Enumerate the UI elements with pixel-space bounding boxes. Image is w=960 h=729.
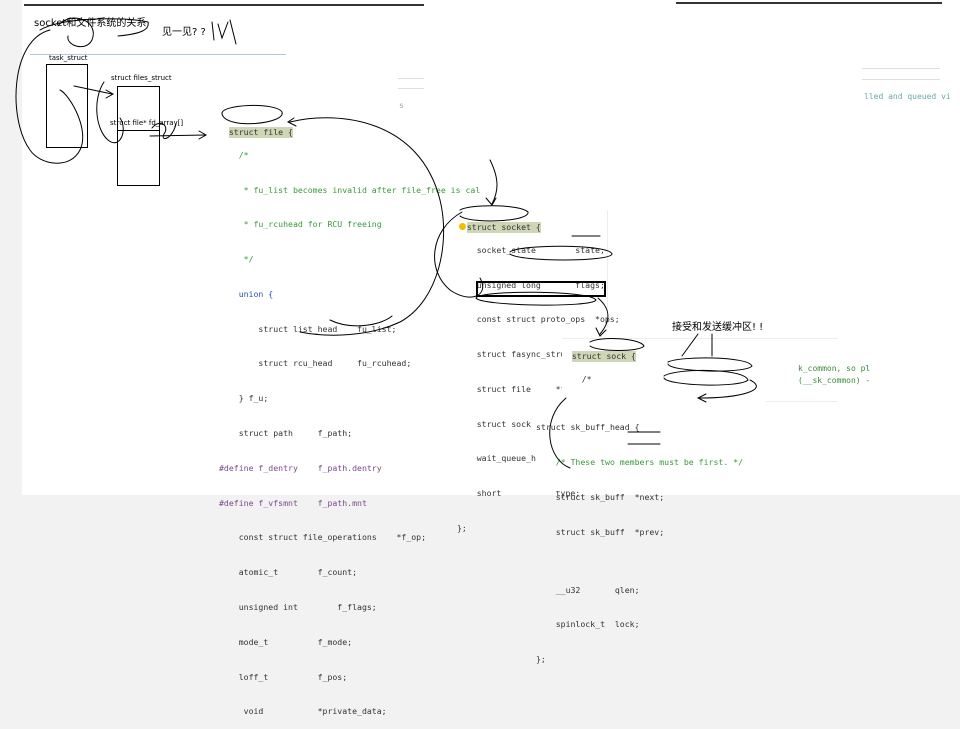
struct-file-line: struct rcu_head fu_rcuhead; [219,358,412,369]
lightbulb-icon[interactable] [459,223,466,230]
struct-file-line: * fu_list becomes invalid after file_fre… [219,184,481,195]
struct-file-line: const struct file_operations *f_op; [219,532,427,543]
label-task-struct: task_struct [49,54,88,62]
sk-field-highlight-box [476,281,606,297]
struct-file-header: struct file { [228,126,293,139]
struct-sk-buff-head-line: spinlock_t lock; [536,619,640,630]
struct-sk-buff-head-header: struct sk_buff_head { [536,422,640,433]
struct-file-line: mode_t f_mode; [219,636,353,647]
struct-file-line: unsigned int f_flags; [219,601,377,612]
struct-sock-header: struct sock { [571,350,636,363]
notes-aside: 见一见? ? [162,27,206,38]
struct-sk-buff-head-line: struct sk_buff *next; [536,491,665,502]
faint-rule-2 [862,79,940,80]
top-rule-left [24,4,424,6]
struct-sk-buff-head-line: __u32 qlen; [536,584,640,595]
notes-title: socket和文件系统的关系 [34,18,147,29]
struct-socket-line: const struct proto_ops *ops; [457,314,620,325]
faint-letter-s: s [399,101,404,110]
task-struct-box [46,64,88,148]
struct-sk-buff-head-line: struct sk_buff *prev; [536,526,665,537]
struct-file-line: loff_t f_pos; [219,671,348,682]
struct-file-line: */ [219,254,254,265]
label-fd-array: struct file* fd_array[] [110,119,184,127]
files-struct-box [117,86,160,186]
struct-sock-line: /* [562,373,592,384]
struct-file-line: } f_u; [219,393,269,404]
faint-rule-4 [398,88,424,89]
struct-file-line: struct path f_path; [219,428,353,439]
struct-file-line: struct list_head fu_list; [219,323,397,334]
fd-array-divider [117,130,159,131]
code-struct-sock: struct sock { /* struct sk_buff_head sk_… [562,338,838,488]
faint-text-right: lled and queued vi [864,92,951,101]
code-struct-sk-buff-head: struct sk_buff_head { /* These two membe… [536,399,766,664]
struct-file-line: atomic_t f_count; [219,567,358,578]
code-struct-socket: struct socket { socket_state state; unsi… [457,210,659,533]
struct-sk-buff-head-line: /* These two members must be first. */ [536,456,744,467]
faint-text-common-2: (__sk_common) - [798,376,871,385]
struct-file-line: union { [219,288,274,299]
struct-file-line: * fu_rcuhead for RCU freeing [219,219,382,230]
label-buffers: 接受和发送缓冲区! ! [672,322,764,333]
faint-rule-1 [862,68,940,69]
struct-socket-line: socket_state state; [457,244,605,255]
top-rule-right [676,2,942,4]
struct-sk-buff-head-line: }; [536,654,546,665]
struct-socket-header: struct socket { [466,221,541,234]
struct-file-line: void *private_data; [219,706,387,717]
faint-rule-3 [398,78,424,79]
label-files-struct: struct files_struct [111,74,172,82]
struct-file-line: /* [219,149,249,160]
struct-file-line: #define f_dentry f_path.dentry [219,462,382,473]
faint-text-common-1: k_common, so pl [798,364,871,373]
struct-file-line: #define f_vfsmnt f_path.mnt [219,497,367,508]
code-struct-file: struct file { /* * fu_list becomes inval… [219,115,481,716]
